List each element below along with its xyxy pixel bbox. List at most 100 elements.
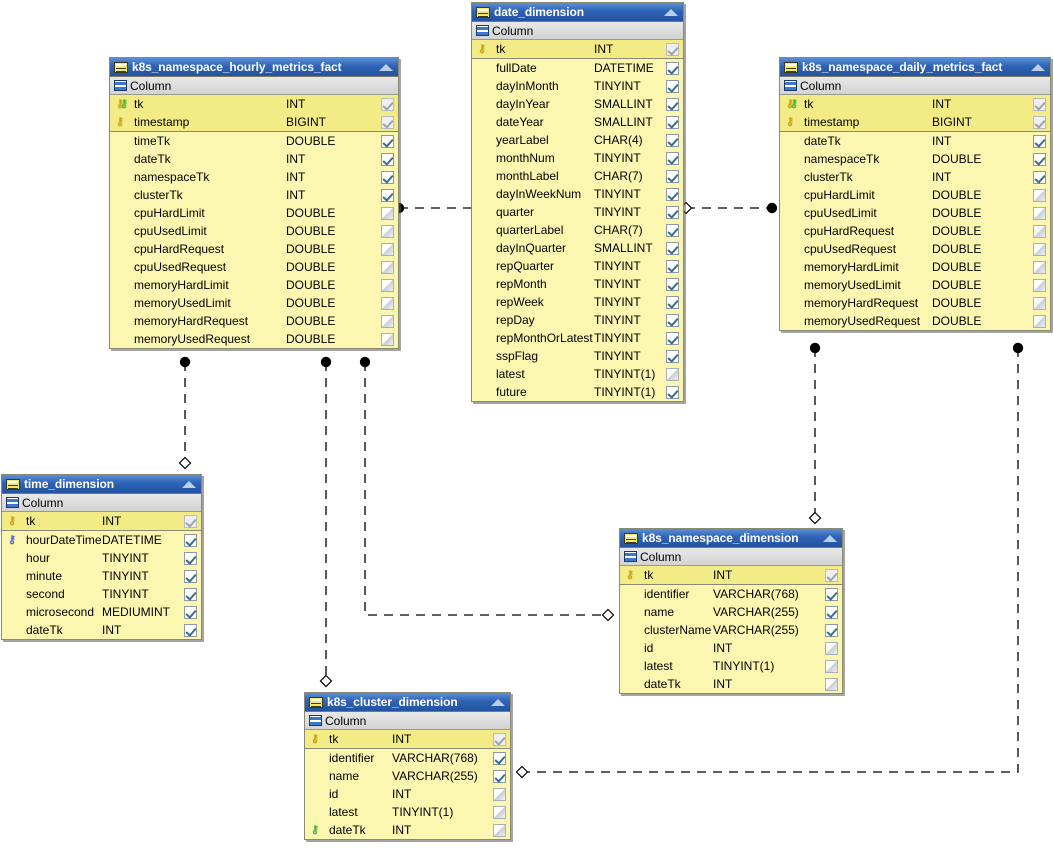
column-row[interactable]: sspFlag TINYINT: [472, 347, 683, 365]
not-null-checkbox[interactable]: [825, 641, 838, 656]
column-row[interactable]: monthNum TINYINT: [472, 149, 683, 167]
column-row[interactable]: repWeek TINYINT: [472, 293, 683, 311]
not-null-checkbox[interactable]: [666, 295, 679, 310]
not-null-checkbox[interactable]: [381, 260, 394, 275]
column-row[interactable]: namespaceTk DOUBLE: [780, 150, 1050, 168]
not-null-checkbox[interactable]: [184, 587, 197, 602]
table-header[interactable]: k8s_namespace_dimension: [620, 529, 842, 548]
not-null-checkbox[interactable]: [381, 206, 394, 221]
column-row[interactable]: timeTk DOUBLE: [110, 132, 398, 150]
column-row[interactable]: clusterTk INT: [780, 168, 1050, 186]
collapse-triangle-icon[interactable]: [664, 8, 678, 16]
column-row[interactable]: ⚷ timestamp BIGINT: [780, 113, 1050, 131]
not-null-checkbox[interactable]: [493, 732, 506, 747]
column-row[interactable]: cpuUsedRequest DOUBLE: [780, 240, 1050, 258]
relationship-hourly-to-cluster[interactable]: [319, 356, 333, 688]
column-row[interactable]: memoryUsedLimit DOUBLE: [110, 294, 398, 312]
not-null-checkbox[interactable]: [381, 332, 394, 347]
table-header[interactable]: k8s_namespace_hourly_metrics_fact: [110, 58, 398, 77]
relationship-daily-to-namespace[interactable]: [808, 342, 822, 525]
not-null-checkbox[interactable]: [1033, 134, 1046, 149]
column-row[interactable]: cpuUsedRequest DOUBLE: [110, 258, 398, 276]
collapse-triangle-icon[interactable]: [379, 63, 393, 71]
relationship-hourly-to-time[interactable]: [178, 356, 192, 470]
column-row[interactable]: dateTk INT: [110, 150, 398, 168]
column-row[interactable]: cpuHardRequest DOUBLE: [110, 240, 398, 258]
column-row[interactable]: ⚷ tk INT: [2, 512, 201, 530]
column-row[interactable]: id INT: [305, 785, 510, 803]
table-header[interactable]: k8s_cluster_dimension: [305, 693, 510, 712]
not-null-checkbox[interactable]: [666, 331, 679, 346]
column-row[interactable]: ⚷ ⚷ tk INT: [780, 95, 1050, 113]
er-diagram-canvas[interactable]: k8s_namespace_hourly_metrics_fact Column ⚷…: [0, 0, 1053, 856]
column-row[interactable]: name VARCHAR(255): [305, 767, 510, 785]
column-row[interactable]: monthLabel CHAR(7): [472, 167, 683, 185]
collapse-triangle-icon[interactable]: [491, 698, 505, 706]
column-row[interactable]: future TINYINT(1): [472, 383, 683, 401]
column-row[interactable]: minute TINYINT: [2, 567, 201, 585]
not-null-checkbox[interactable]: [666, 223, 679, 238]
not-null-checkbox[interactable]: [381, 224, 394, 239]
not-null-checkbox[interactable]: [666, 61, 679, 76]
not-null-checkbox[interactable]: [493, 751, 506, 766]
column-row[interactable]: memoryHardRequest DOUBLE: [780, 294, 1050, 312]
relationship-date-to-daily[interactable]: [679, 201, 778, 215]
column-row[interactable]: latest TINYINT(1): [472, 365, 683, 383]
not-null-checkbox[interactable]: [1033, 206, 1046, 221]
not-null-checkbox[interactable]: [184, 551, 197, 566]
column-row[interactable]: memoryUsedRequest DOUBLE: [780, 312, 1050, 330]
not-null-checkbox[interactable]: [493, 823, 506, 838]
not-null-checkbox[interactable]: [1033, 170, 1046, 185]
not-null-checkbox[interactable]: [666, 241, 679, 256]
not-null-checkbox[interactable]: [825, 623, 838, 638]
columns-section-header[interactable]: Column: [472, 22, 683, 40]
column-row[interactable]: name VARCHAR(255): [620, 603, 842, 621]
not-null-checkbox[interactable]: [1033, 115, 1046, 130]
column-row[interactable]: dayInQuarter SMALLINT: [472, 239, 683, 257]
entity-table-cluster_dimension[interactable]: k8s_cluster_dimension Column ⚷ tk INT identif…: [304, 692, 511, 840]
not-null-checkbox[interactable]: [1033, 260, 1046, 275]
not-null-checkbox[interactable]: [666, 151, 679, 166]
not-null-checkbox[interactable]: [184, 605, 197, 620]
not-null-checkbox[interactable]: [1033, 296, 1046, 311]
not-null-checkbox[interactable]: [666, 385, 679, 400]
column-row[interactable]: second TINYINT: [2, 585, 201, 603]
column-row[interactable]: cpuUsedLimit DOUBLE: [110, 222, 398, 240]
column-row[interactable]: dateTk INT: [780, 132, 1050, 150]
table-header[interactable]: date_dimension: [472, 3, 683, 22]
not-null-checkbox[interactable]: [666, 313, 679, 328]
not-null-checkbox[interactable]: [381, 296, 394, 311]
column-row[interactable]: repQuarter TINYINT: [472, 257, 683, 275]
column-row[interactable]: repDay TINYINT: [472, 311, 683, 329]
column-row[interactable]: ⚷ timestamp BIGINT: [110, 113, 398, 131]
not-null-checkbox[interactable]: [825, 568, 838, 583]
not-null-checkbox[interactable]: [381, 278, 394, 293]
table-header[interactable]: k8s_namespace_daily_metrics_fact: [780, 58, 1050, 77]
column-row[interactable]: dateTk INT: [620, 675, 842, 693]
not-null-checkbox[interactable]: [1033, 152, 1046, 167]
column-row[interactable]: memoryUsedLimit DOUBLE: [780, 276, 1050, 294]
not-null-checkbox[interactable]: [1033, 188, 1046, 203]
column-row[interactable]: cpuHardRequest DOUBLE: [780, 222, 1050, 240]
table-header[interactable]: time_dimension: [2, 475, 201, 494]
column-row[interactable]: dateTk INT: [2, 621, 201, 639]
not-null-checkbox[interactable]: [381, 115, 394, 130]
not-null-checkbox[interactable]: [825, 605, 838, 620]
not-null-checkbox[interactable]: [825, 587, 838, 602]
entity-table-hourly_fact[interactable]: k8s_namespace_hourly_metrics_fact Column ⚷…: [109, 57, 399, 349]
column-row[interactable]: repMonthOrLatest TINYINT: [472, 329, 683, 347]
not-null-checkbox[interactable]: [493, 769, 506, 784]
column-row[interactable]: clusterTk INT: [110, 186, 398, 204]
column-row[interactable]: memoryHardLimit DOUBLE: [780, 258, 1050, 276]
not-null-checkbox[interactable]: [381, 188, 394, 203]
columns-section-header[interactable]: Column: [620, 548, 842, 566]
column-row[interactable]: ⚷ tk INT: [305, 730, 510, 748]
not-null-checkbox[interactable]: [1033, 314, 1046, 329]
not-null-checkbox[interactable]: [493, 805, 506, 820]
column-row[interactable]: yearLabel CHAR(4): [472, 131, 683, 149]
entity-table-daily_fact[interactable]: k8s_namespace_daily_metrics_fact Column ⚷ ⚷…: [779, 57, 1051, 331]
column-row[interactable]: quarterLabel CHAR(7): [472, 221, 683, 239]
not-null-checkbox[interactable]: [825, 677, 838, 692]
column-row[interactable]: cpuHardLimit DOUBLE: [780, 186, 1050, 204]
not-null-checkbox[interactable]: [666, 205, 679, 220]
